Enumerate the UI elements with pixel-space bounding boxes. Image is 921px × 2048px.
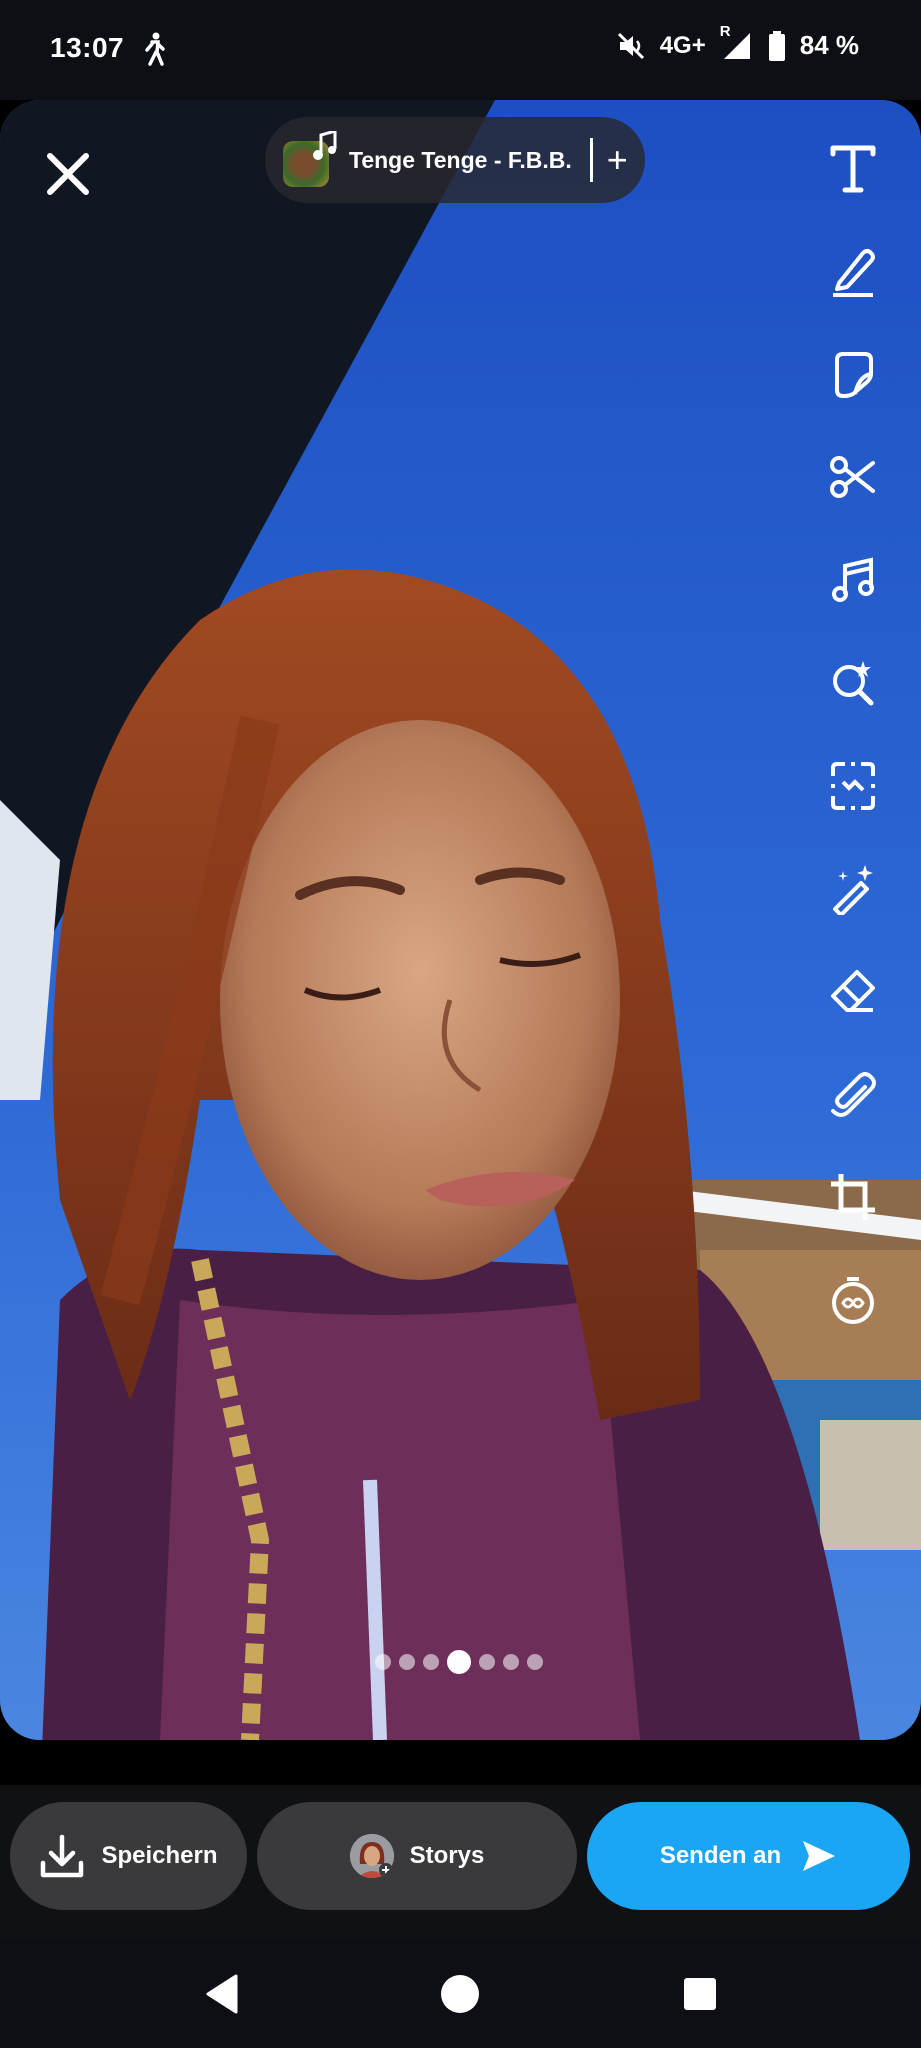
page-indicator — [375, 1650, 543, 1674]
text-tool-icon[interactable] — [825, 140, 881, 196]
download-icon — [39, 1833, 85, 1879]
system-navigation-bar — [0, 1940, 921, 2048]
close-icon[interactable] — [42, 148, 94, 200]
music-track-pill[interactable]: Tenge Tenge - F.B.B. + — [265, 117, 645, 203]
battery-level: 84 % — [799, 30, 859, 60]
send-label: Senden an — [659, 1842, 782, 1869]
magic-wand-icon[interactable] — [825, 861, 881, 917]
timer-icon[interactable] — [825, 1273, 881, 1329]
page-dot-active — [447, 1650, 471, 1674]
mute-icon — [617, 32, 644, 59]
scissors-icon[interactable] — [825, 449, 881, 505]
bitmoji-avatar — [349, 1834, 394, 1878]
scan-icon[interactable] — [825, 758, 881, 814]
album-art-icon — [283, 131, 337, 187]
status-time: 13:07 — [50, 32, 125, 63]
walking-icon — [145, 32, 165, 66]
battery-icon — [768, 30, 785, 61]
action-bar: Speichern Storys Senden an — [0, 1785, 921, 1940]
network-type: 4G+ — [659, 31, 706, 59]
status-right: 4G+ R 84 % — [616, 23, 859, 61]
save-button[interactable]: Speichern — [10, 1802, 247, 1910]
crop-icon[interactable] — [825, 1170, 881, 1226]
send-to-button[interactable]: Senden an — [587, 1802, 910, 1910]
page-dot — [527, 1654, 543, 1670]
page-dot — [503, 1654, 519, 1670]
pill-divider — [589, 138, 593, 182]
lens-search-icon[interactable] — [825, 655, 881, 711]
stories-button[interactable]: Storys — [257, 1802, 577, 1910]
music-track-title: Tenge Tenge - F.B.B. — [349, 146, 572, 173]
paperclip-icon[interactable] — [825, 1067, 881, 1123]
add-music-button[interactable]: + — [607, 142, 628, 178]
selfie-photo — [0, 100, 921, 1740]
snap-preview[interactable]: Tenge Tenge - F.B.B. + — [0, 100, 921, 1740]
save-label: Speichern — [101, 1842, 218, 1869]
music-note-icon[interactable] — [825, 552, 881, 608]
home-nav-icon[interactable] — [436, 1970, 484, 2018]
page-dot — [399, 1654, 415, 1670]
stories-label: Storys — [409, 1842, 485, 1869]
eraser-icon[interactable] — [825, 964, 881, 1020]
page-dot — [423, 1654, 439, 1670]
page-dot — [375, 1654, 391, 1670]
back-nav-icon[interactable] — [198, 1970, 246, 2018]
recents-nav-icon[interactable] — [676, 1970, 724, 2018]
page-dot — [479, 1654, 495, 1670]
signal-icon: R — [720, 23, 754, 61]
status-bar: 13:07 4G+ R 84 % — [0, 0, 921, 100]
send-arrow-icon — [801, 1839, 837, 1873]
sticker-icon[interactable] — [825, 346, 881, 402]
pencil-icon[interactable] — [825, 243, 881, 299]
